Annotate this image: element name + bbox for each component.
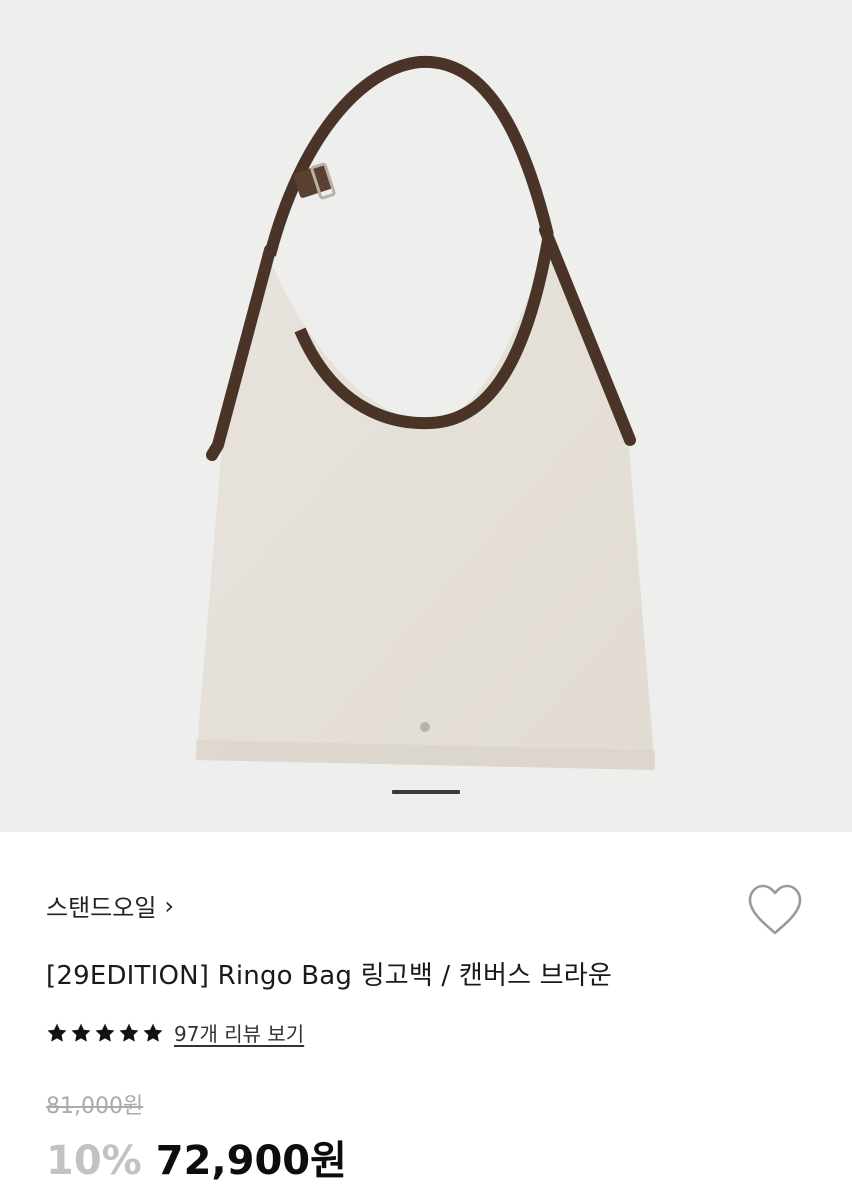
product-image [196,55,655,770]
chevron-right-icon: › [164,891,175,920]
carousel-indicator [0,790,852,796]
product-title: [29EDITION] Ringo Bag 링고백 / 캔버스 브라운 [46,961,613,991]
discount-rate: 10% [46,1138,142,1184]
star-filled-icon [119,1023,139,1042]
heart-outline-icon [748,884,802,935]
brand-link[interactable]: 스탠드오일 › [46,888,174,923]
price-row: 10% 72,900원 [46,1128,347,1186]
reviews-link[interactable]: 97개 리뷰 보기 [174,1018,304,1047]
star-filled-icon [47,1023,67,1042]
original-price: 81,000원 [46,1094,144,1119]
sale-price: 72,900원 [155,1138,347,1184]
brand-name: 스탠드오일 [46,894,157,922]
star-filled-icon [143,1023,163,1042]
product-image-carousel[interactable] [0,0,852,832]
rating-stars [46,1022,164,1044]
carousel-indicator-active [392,790,460,794]
star-filled-icon [95,1023,115,1042]
wishlist-button[interactable] [746,883,804,937]
rating-row: 97개 리뷰 보기 [46,1018,304,1047]
star-filled-icon [71,1023,91,1042]
